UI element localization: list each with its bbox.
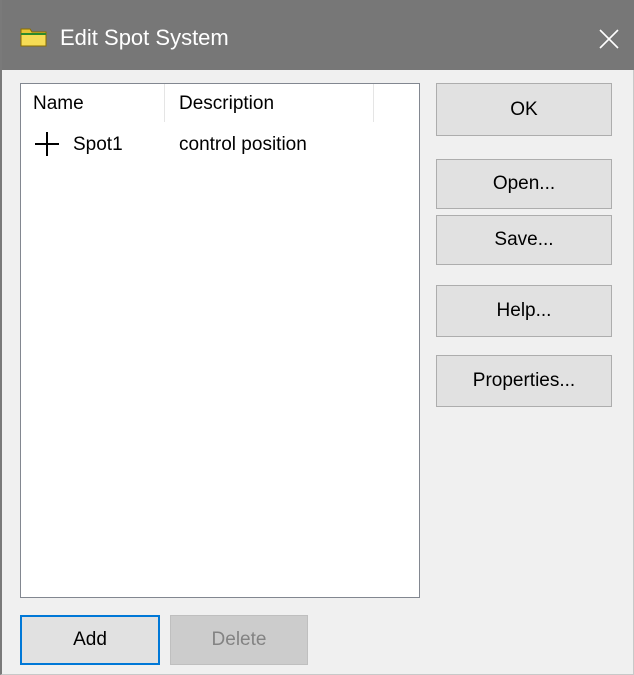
column-header-name[interactable]: Name bbox=[21, 84, 165, 122]
edit-spot-system-dialog: Edit Spot System Name Description Spot1 … bbox=[0, 0, 634, 675]
save-button[interactable]: Save... bbox=[436, 215, 612, 265]
help-button[interactable]: Help... bbox=[436, 285, 612, 337]
title-bar[interactable]: Edit Spot System bbox=[2, 0, 634, 70]
close-button[interactable] bbox=[588, 18, 630, 60]
column-header-description[interactable]: Description bbox=[165, 84, 374, 122]
list-item[interactable]: Spot1 control position bbox=[21, 126, 419, 162]
folder-icon bbox=[20, 28, 47, 47]
crosshair-icon bbox=[35, 132, 59, 156]
close-icon bbox=[599, 29, 619, 49]
open-button[interactable]: Open... bbox=[436, 159, 612, 209]
ok-button[interactable]: OK bbox=[436, 83, 612, 136]
spot-name: Spot1 bbox=[73, 134, 123, 155]
delete-button: Delete bbox=[170, 615, 308, 665]
add-button[interactable]: Add bbox=[20, 615, 160, 665]
list-header: Name Description bbox=[21, 84, 419, 122]
spot-list[interactable]: Name Description Spot1 control position bbox=[20, 83, 420, 598]
column-header-filler bbox=[374, 84, 419, 122]
window-title: Edit Spot System bbox=[60, 25, 229, 50]
properties-button[interactable]: Properties... bbox=[436, 355, 612, 407]
spot-description: control position bbox=[179, 134, 307, 155]
